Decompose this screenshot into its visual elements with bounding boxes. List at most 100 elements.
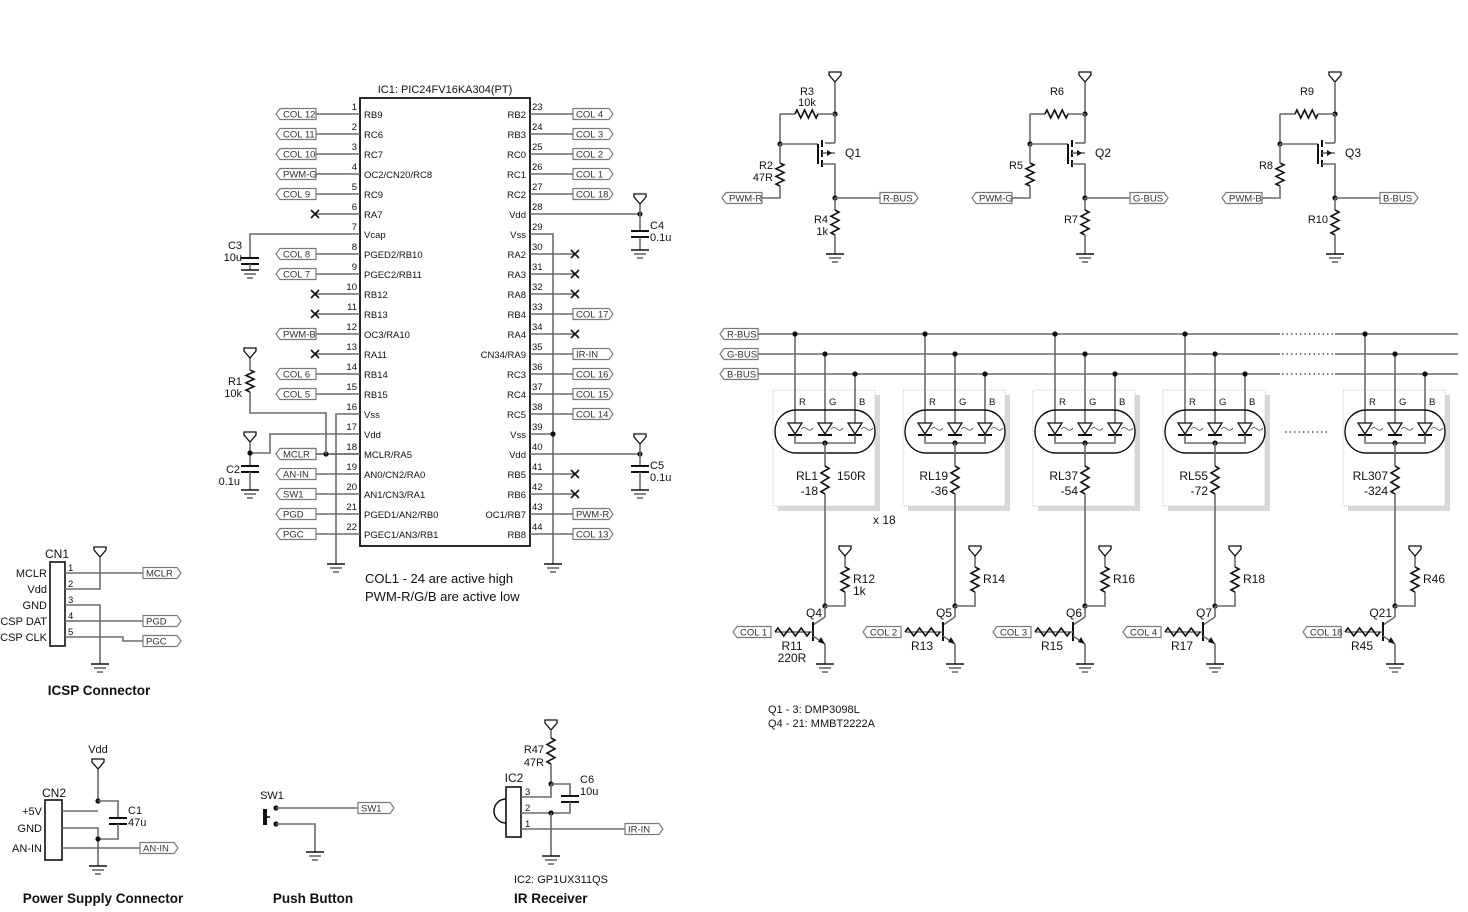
pin-number: 23 [532, 102, 543, 113]
net-label-text: R-BUS [727, 330, 757, 341]
net-label-col10: COL 10 [275, 147, 317, 161]
pin-number: 4 [352, 162, 357, 173]
vdd-symbol-icon [828, 71, 842, 83]
pin-number: 37 [532, 382, 543, 393]
led-group-rl19: R G B RL19-36 [902, 331, 1010, 606]
fet-arrow-icon [1327, 150, 1332, 156]
pin-name: GND [23, 600, 48, 612]
net-label-text: COL 6 [283, 370, 310, 381]
r-gate-resistor-icon [774, 162, 786, 187]
pin-name: RB6 [508, 490, 526, 501]
wire [762, 186, 781, 199]
pin-number: 42 [532, 482, 543, 493]
net-label-text: COL 3 [576, 130, 603, 141]
pin-name: +5V [22, 806, 43, 818]
vdd-symbol-icon [93, 546, 107, 558]
pin-name: PGED1/AN2/RB0 [364, 510, 438, 521]
junction-dot [1362, 331, 1368, 337]
led-group-rl37: R G B RL37-54 [1032, 331, 1140, 606]
junction-dot [550, 431, 556, 437]
net-label-r-bus: R-BUS [879, 191, 919, 205]
fet-arrow-icon [827, 150, 832, 156]
net-label-col4: COL 4 [572, 107, 614, 121]
driver-q3: R9 Q3 PWM-B R8 B-BUS R10 [1221, 71, 1419, 263]
npn-arrow-icon [1078, 637, 1085, 644]
net-label-text: COL 16 [576, 370, 608, 381]
net-label-sw1: SW1 [275, 487, 317, 501]
r-gate-resistor-icon [1024, 162, 1036, 187]
led-pin-label: R [1189, 397, 1196, 408]
transistor-ref: Q21 [1369, 606, 1392, 620]
led-ref: RL307 [1353, 469, 1389, 483]
ground-symbol-icon [631, 489, 649, 499]
pin-number: 31 [532, 262, 543, 273]
pin-number: 29 [532, 222, 543, 233]
pin-number: 36 [532, 362, 543, 373]
net-label-g-bus: G-BUS [719, 347, 759, 361]
net-label-text: COL 3 [1000, 628, 1027, 639]
junction-dot [792, 331, 798, 337]
resistor-ref: R45 [1351, 639, 1373, 653]
c6-capacitor-icon [561, 795, 579, 803]
net-label-text: COL 2 [870, 628, 897, 639]
net-label-mclr: MCLR [142, 566, 182, 580]
bus-g-bus: G-BUS [719, 347, 1458, 361]
net-label-text: COL 12 [283, 110, 315, 121]
led-pin-label: G [959, 397, 966, 408]
wire [62, 827, 99, 866]
net-label-col2: COL 2 [572, 147, 614, 161]
pin-number: 3 [352, 142, 357, 153]
c4-capacitor-icon [631, 230, 649, 238]
pin-number: 7 [352, 222, 357, 233]
pin-number: 8 [352, 242, 357, 253]
pin-name: RC3 [507, 370, 526, 381]
transistor-ref: Q6 [1066, 606, 1082, 620]
net-label-text: COL 17 [576, 310, 608, 321]
rc-resistor-icon [969, 566, 981, 593]
wire [551, 802, 571, 814]
led-group-rl307: R G B RL307-324 [1342, 331, 1450, 606]
power-caption: Power Supply Connector [23, 891, 184, 906]
pin-name: RB3 [508, 130, 526, 141]
net-label-col11: COL 11 [275, 127, 317, 141]
net-label-text: COL 15 [576, 390, 608, 401]
pin-name: RC5 [507, 410, 526, 421]
led-range: -54 [1061, 484, 1079, 498]
pin-number: 1 [352, 102, 357, 113]
c2-ref: C2 [226, 464, 240, 476]
led-matrix: R-BUS G-BUS B-BUS R G B RL1-18 150R R G B RL19-36 R G… [719, 327, 1458, 606]
push-button: SW1 SW1 Push Button [260, 790, 395, 906]
r47-value: 47R [524, 757, 544, 769]
pin-number: 30 [532, 242, 543, 253]
net-label-text: COL 11 [283, 130, 315, 141]
rb-resistor-icon [1034, 626, 1071, 638]
junction-dot [922, 331, 928, 337]
wire [65, 636, 143, 642]
ground-symbol-icon [1206, 663, 1224, 673]
resistor-ref: R18 [1243, 572, 1265, 586]
led-range: -324 [1364, 484, 1388, 498]
npn-arrow-icon [948, 637, 955, 644]
resistor-ref: R16 [1113, 572, 1135, 586]
net-label-text: IR-IN [628, 825, 650, 836]
pin-number: 22 [346, 522, 357, 533]
vdd-label: Vdd [88, 744, 108, 756]
column-driver-q5: R14 Q5 COL 2 R13 [862, 545, 1005, 673]
resistor-value: 220R [778, 651, 807, 665]
led-pin-label: B [1119, 397, 1125, 408]
wire [276, 823, 316, 852]
resistor-value: 1k [853, 584, 867, 598]
c5-capacitor-icon [631, 465, 649, 473]
net-label-pwm-r: PWM-R [572, 507, 614, 521]
pin-number: 38 [532, 402, 543, 413]
pin-name: Vdd [509, 210, 526, 221]
vdd-symbol-icon [544, 719, 558, 731]
net-label-text: COL 8 [283, 250, 310, 261]
pin-number: 32 [532, 282, 543, 293]
net-label-an-in: AN-IN [139, 841, 179, 855]
pin-number: 26 [532, 162, 543, 173]
led-pin-label: R [1369, 397, 1376, 408]
net-label-text: G-BUS [727, 350, 757, 361]
c3-capacitor-icon [241, 257, 259, 265]
pin-name: Vdd [27, 584, 47, 596]
